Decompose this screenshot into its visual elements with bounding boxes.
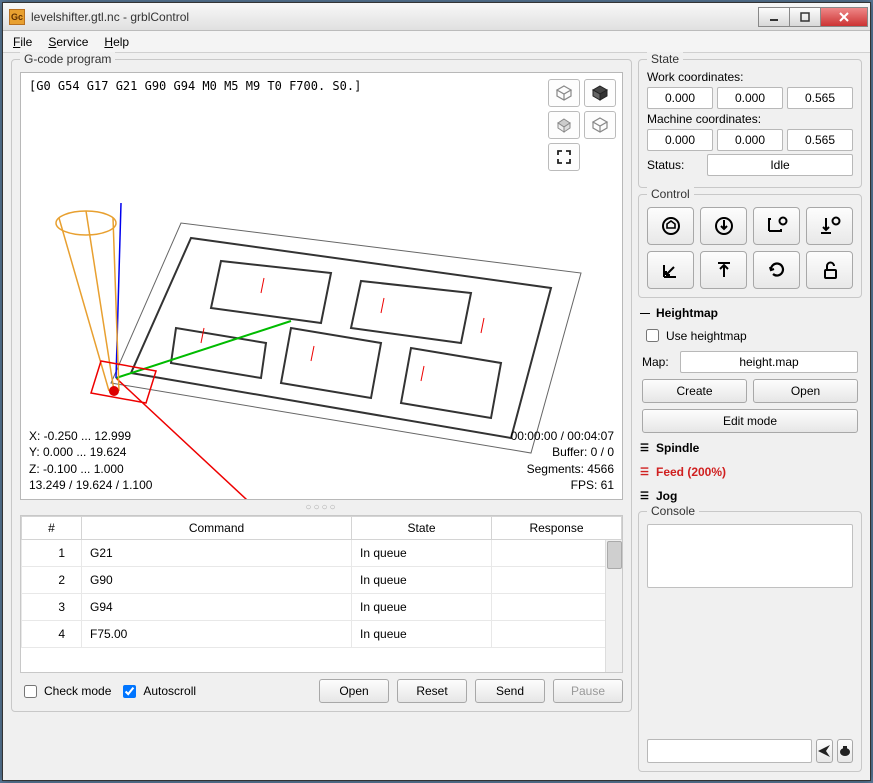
table-row: 3G94In queue xyxy=(22,594,622,621)
col-state[interactable]: State xyxy=(352,517,492,540)
view-iso-button[interactable] xyxy=(548,79,580,107)
gcode-legend: G-code program xyxy=(20,52,115,66)
menu-file[interactable]: File xyxy=(7,33,38,51)
unlock-button[interactable] xyxy=(806,251,853,289)
jog-section-toggle[interactable]: ☰Jog xyxy=(638,487,862,505)
state-group: State Work coordinates: 0.000 0.000 0.56… xyxy=(638,59,862,188)
viewport-stats: 00:00:00 / 00:04:07 Buffer: 0 / 0 Segmen… xyxy=(511,428,614,493)
heightmap-open-button[interactable]: Open xyxy=(753,379,858,403)
feed-section-toggle[interactable]: ☰Feed (200%) xyxy=(638,463,862,481)
pause-button[interactable]: Pause xyxy=(553,679,623,703)
view-front-button[interactable] xyxy=(584,111,616,139)
control-group: Control xyxy=(638,194,862,298)
zero-z-button[interactable] xyxy=(806,207,853,245)
console-output[interactable] xyxy=(647,524,853,588)
safe-z-button[interactable] xyxy=(700,251,747,289)
open-button[interactable]: Open xyxy=(319,679,389,703)
heightmap-edit-button[interactable]: Edit mode xyxy=(642,409,858,433)
machine-x: 0.000 xyxy=(647,129,713,151)
table-row: 2G90In queue xyxy=(22,567,622,594)
work-coords-label: Work coordinates: xyxy=(647,70,853,84)
gcode-group: G-code program [G0 G54 G17 G21 G90 G94 M… xyxy=(11,59,632,712)
gcode-table[interactable]: # Command State Response 1G21In queue 2G… xyxy=(20,515,623,673)
status-label: Status: xyxy=(647,158,703,172)
table-row: 1G21In queue xyxy=(22,540,622,567)
reset-button[interactable]: Reset xyxy=(397,679,467,703)
use-heightmap-checkbox[interactable]: Use heightmap xyxy=(642,326,858,345)
console-group: Console xyxy=(638,511,862,772)
spindle-section-toggle[interactable]: ☰Spindle xyxy=(638,439,862,457)
col-num[interactable]: # xyxy=(22,517,82,540)
window-title: levelshifter.gtl.nc - grblControl xyxy=(31,10,759,24)
goto-origin-button[interactable] xyxy=(647,251,694,289)
work-y: 0.000 xyxy=(717,87,783,109)
view-top-button[interactable] xyxy=(548,111,580,139)
close-button[interactable] xyxy=(820,7,868,27)
map-label: Map: xyxy=(642,355,676,369)
app-icon: Gc xyxy=(9,9,25,25)
machine-coords-label: Machine coordinates: xyxy=(647,112,853,126)
viewport-extents: X: -0.250 ... 12.999 Y: 0.000 ... 19.624… xyxy=(29,428,152,493)
menubar: File Service Help xyxy=(3,31,870,53)
app-window: Gc levelshifter.gtl.nc - grblControl Fil… xyxy=(2,2,871,781)
minimize-button[interactable] xyxy=(758,7,790,27)
col-command[interactable]: Command xyxy=(82,517,352,540)
reset-grbl-button[interactable] xyxy=(753,251,800,289)
table-row: 4F75.00In queue xyxy=(22,621,622,648)
table-scrollbar[interactable] xyxy=(605,540,622,672)
col-response[interactable]: Response xyxy=(492,517,622,540)
menu-help[interactable]: Help xyxy=(98,33,135,51)
gcode-viewport[interactable]: [G0 G54 G17 G21 G90 G94 M0 M5 M9 T0 F700… xyxy=(20,72,623,500)
view-iso-solid-button[interactable] xyxy=(584,79,616,107)
splitter-handle[interactable]: ○○○○ xyxy=(20,502,623,513)
zero-xy-button[interactable] xyxy=(753,207,800,245)
send-button[interactable]: Send xyxy=(475,679,545,703)
work-z: 0.565 xyxy=(787,87,853,109)
view-fit-button[interactable] xyxy=(548,143,580,171)
check-mode-checkbox[interactable]: Check mode xyxy=(20,682,111,701)
heightmap-section-toggle[interactable]: —Heightmap xyxy=(640,304,860,322)
home-button[interactable] xyxy=(647,207,694,245)
map-file-field[interactable]: height.map xyxy=(680,351,858,373)
probe-z-button[interactable] xyxy=(700,207,747,245)
machine-y: 0.000 xyxy=(717,129,783,151)
console-clear-button[interactable] xyxy=(837,739,854,763)
machine-z: 0.565 xyxy=(787,129,853,151)
menu-service[interactable]: Service xyxy=(42,33,94,51)
maximize-button[interactable] xyxy=(789,7,821,27)
titlebar[interactable]: Gc levelshifter.gtl.nc - grblControl xyxy=(3,3,870,31)
status-value: Idle xyxy=(707,154,853,176)
autoscroll-checkbox[interactable]: Autoscroll xyxy=(119,682,196,701)
work-x: 0.000 xyxy=(647,87,713,109)
heightmap-create-button[interactable]: Create xyxy=(642,379,747,403)
console-send-button[interactable] xyxy=(816,739,833,763)
console-input[interactable] xyxy=(647,739,812,763)
